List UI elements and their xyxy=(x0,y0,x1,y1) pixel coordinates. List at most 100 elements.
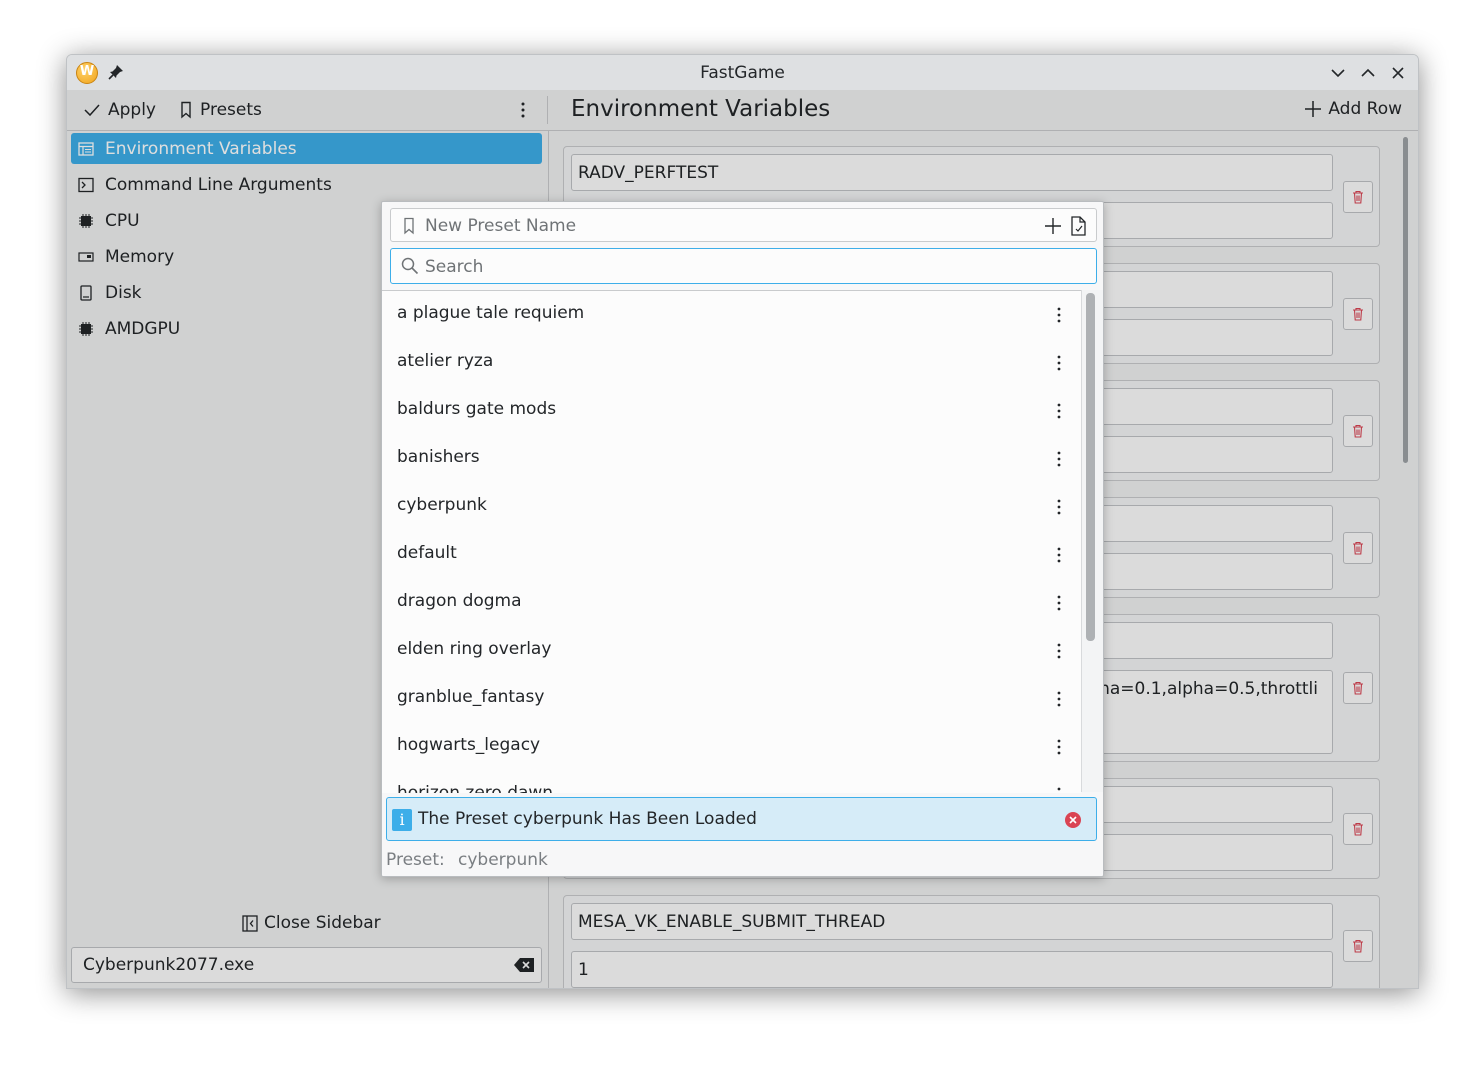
preset-menu-icon[interactable] xyxy=(1053,353,1065,373)
table-icon xyxy=(77,140,95,158)
preset-item[interactable]: hogwarts_legacy xyxy=(382,723,1081,771)
preset-item[interactable]: baldurs gate mods xyxy=(382,387,1081,435)
sidebar-item-label: Command Line Arguments xyxy=(105,174,332,195)
preset-menu-icon[interactable] xyxy=(1053,737,1065,757)
preset-item[interactable]: a plague tale requiem xyxy=(382,291,1081,339)
overflow-menu-icon[interactable] xyxy=(515,99,531,121)
preset-item-label: granblue_fantasy xyxy=(397,687,545,707)
preset-menu-icon[interactable] xyxy=(1053,545,1065,565)
dismiss-message-icon[interactable] xyxy=(1064,811,1082,829)
preset-item[interactable]: default xyxy=(382,531,1081,579)
executable-value: Cyberpunk2077.exe xyxy=(83,955,255,975)
trash-icon xyxy=(1353,190,1363,204)
trash-icon xyxy=(1353,541,1363,555)
sidebar-collapse-icon xyxy=(242,914,258,932)
preset-list: a plague tale requiem atelier ryza baldu… xyxy=(382,290,1081,793)
delete-row-button[interactable] xyxy=(1343,181,1373,213)
delete-row-button[interactable] xyxy=(1343,532,1373,564)
preset-item-label: horizon zero dawn xyxy=(397,783,554,793)
preset-menu-icon[interactable] xyxy=(1053,641,1065,661)
sidebar-item-label: AMDGPU xyxy=(105,318,181,339)
preset-menu-icon[interactable] xyxy=(1053,689,1065,709)
preset-item[interactable]: banishers xyxy=(382,435,1081,483)
plus-icon xyxy=(1305,101,1322,117)
presets-popup: New Preset Name Search a plague tale req… xyxy=(381,201,1104,877)
preset-menu-icon[interactable] xyxy=(1053,785,1065,793)
env-var-row: MESA_VK_ENABLE_SUBMIT_THREAD 1 xyxy=(563,895,1380,988)
sidebar-item-label: CPU xyxy=(105,210,140,231)
presets-button[interactable]: Presets xyxy=(179,98,262,122)
search-placeholder: Search xyxy=(425,257,484,277)
current-preset-label: Preset: xyxy=(386,850,445,870)
env-var-value-field[interactable]: 1 xyxy=(571,951,1333,988)
maximize-icon[interactable] xyxy=(1357,62,1379,84)
env-var-name-field[interactable]: MESA_VK_ENABLE_SUBMIT_THREAD xyxy=(571,903,1333,940)
add-row-label: Add Row xyxy=(1328,99,1402,119)
preset-search-input[interactable]: Search xyxy=(390,248,1097,284)
preset-item[interactable]: atelier ryza xyxy=(382,339,1081,387)
delete-row-button[interactable] xyxy=(1343,930,1373,962)
preset-item[interactable]: granblue_fantasy xyxy=(382,675,1081,723)
sidebar-item-label: Memory xyxy=(105,246,175,267)
preset-item[interactable]: horizon zero dawn xyxy=(382,771,1081,793)
preset-item-label: dragon dogma xyxy=(397,591,522,611)
add-row-button[interactable]: Add Row xyxy=(1304,99,1402,119)
preset-loaded-message: i The Preset cyberpunk Has Been Loaded xyxy=(386,797,1097,841)
presets-label: Presets xyxy=(200,100,262,120)
preset-item[interactable]: cyberpunk xyxy=(382,483,1081,531)
sidebar-item-command-line-arguments[interactable]: Command Line Arguments xyxy=(71,169,542,200)
delete-row-button[interactable] xyxy=(1343,813,1373,845)
preset-item[interactable]: dragon dogma xyxy=(382,579,1081,627)
delete-row-button[interactable] xyxy=(1343,298,1373,330)
preset-list-scrollbar-thumb[interactable] xyxy=(1086,293,1095,641)
chip-icon xyxy=(77,212,95,230)
preset-menu-icon[interactable] xyxy=(1053,497,1065,517)
clear-text-icon[interactable] xyxy=(513,956,535,974)
preset-menu-icon[interactable] xyxy=(1053,305,1065,325)
bookmark-icon xyxy=(181,101,191,119)
env-var-name-field[interactable]: RADV_PERFTEST xyxy=(571,154,1333,191)
page-title: Environment Variables xyxy=(571,96,831,122)
preset-item-label: banishers xyxy=(397,447,480,467)
sidebar-item-label: Disk xyxy=(105,282,142,303)
trash-icon xyxy=(1353,822,1363,836)
terminal-icon xyxy=(77,176,95,194)
sidebar-item-environment-variables[interactable]: Environment Variables xyxy=(71,133,542,164)
check-icon xyxy=(84,104,100,117)
chip-icon xyxy=(77,320,95,338)
add-preset-icon[interactable] xyxy=(1044,217,1062,235)
search-icon xyxy=(401,257,419,275)
close-sidebar-label: Close Sidebar xyxy=(264,913,381,933)
info-icon: i xyxy=(392,809,412,831)
preset-item[interactable]: elden ring overlay xyxy=(382,627,1081,675)
executable-field[interactable]: Cyberpunk2077.exe xyxy=(71,947,542,983)
bookmark-icon xyxy=(404,217,414,235)
preset-item-label: a plague tale requiem xyxy=(397,303,585,323)
trash-icon xyxy=(1353,681,1363,695)
apply-button[interactable]: Apply xyxy=(83,98,156,122)
import-preset-icon[interactable] xyxy=(1069,216,1087,236)
apply-label: Apply xyxy=(108,100,156,120)
disk-icon xyxy=(77,284,95,302)
new-preset-placeholder: New Preset Name xyxy=(425,216,577,236)
new-preset-name-field[interactable]: New Preset Name xyxy=(390,208,1097,242)
close-window-icon[interactable] xyxy=(1387,62,1409,84)
trash-icon xyxy=(1353,939,1363,953)
current-preset-indicator: Preset: cyberpunk xyxy=(386,850,548,870)
preset-menu-icon[interactable] xyxy=(1053,593,1065,613)
delete-row-button[interactable] xyxy=(1343,415,1373,447)
minimize-icon[interactable] xyxy=(1327,62,1349,84)
close-sidebar-button[interactable]: Close Sidebar xyxy=(242,913,381,933)
current-preset-value: cyberpunk xyxy=(458,850,548,870)
preset-item-label: hogwarts_legacy xyxy=(397,735,541,755)
preset-item-label: default xyxy=(397,543,457,563)
preset-menu-icon[interactable] xyxy=(1053,449,1065,469)
preset-item-label: atelier ryza xyxy=(397,351,494,371)
content-scrollbar-thumb[interactable] xyxy=(1403,137,1408,463)
titlebar[interactable]: W FastGame xyxy=(67,55,1418,90)
toolbar-divider xyxy=(547,96,548,124)
trash-icon xyxy=(1353,424,1363,438)
preset-menu-icon[interactable] xyxy=(1053,401,1065,421)
delete-row-button[interactable] xyxy=(1343,672,1373,704)
toolbar: Apply Presets Environment Variables Add … xyxy=(67,90,1418,131)
